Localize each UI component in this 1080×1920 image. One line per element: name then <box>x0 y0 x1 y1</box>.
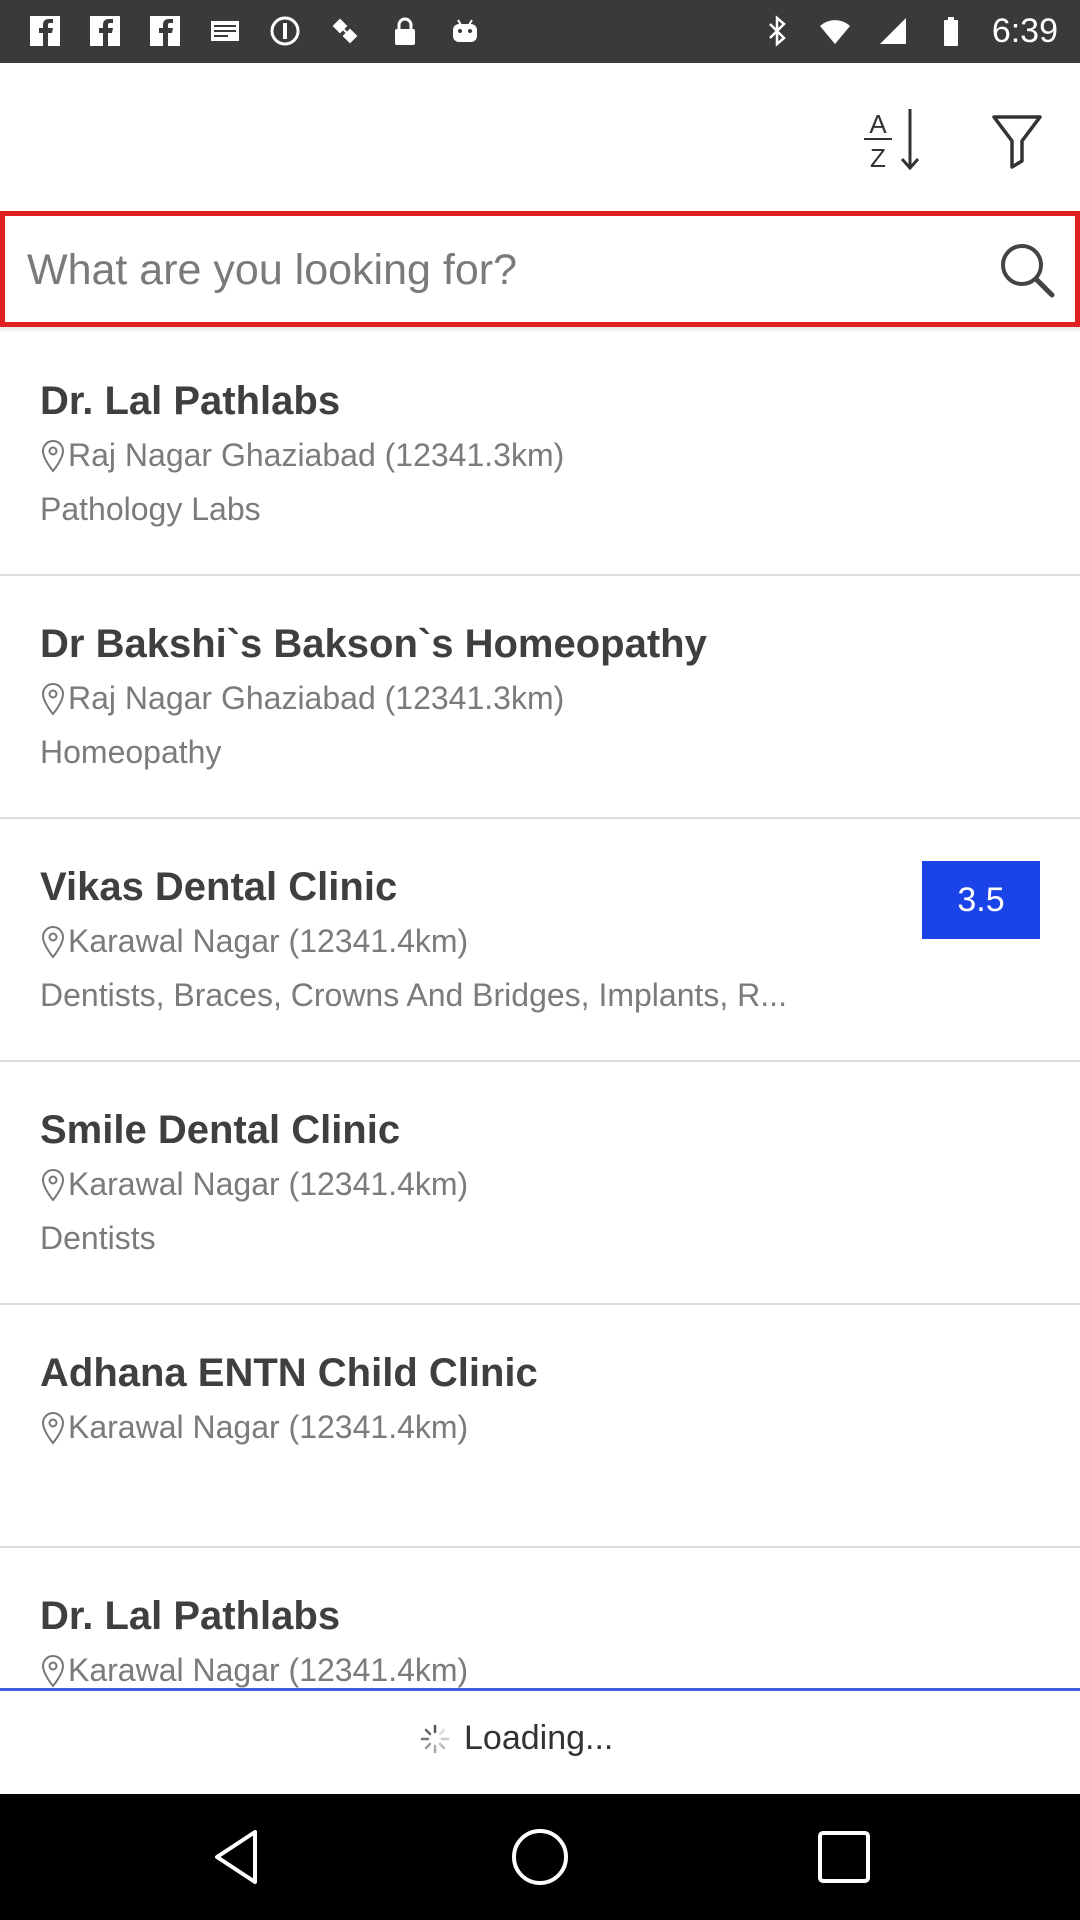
listing-name: Vikas Dental Clinic <box>40 865 398 909</box>
loading-text: Loading... <box>464 1719 614 1757</box>
spinner-icon <box>420 1724 450 1753</box>
location-pin-icon <box>41 1168 65 1202</box>
status-bar: 6:39 <box>0 0 1080 63</box>
list-item[interactable]: Adhana ENTN Child Clinic Karawal Nagar (… <box>0 1305 1080 1548</box>
location-text: Raj Nagar Ghaziabad (12341.3km) <box>68 437 565 473</box>
satellite-icon <box>332 18 358 44</box>
listing-location: Karawal Nagar (12341.4km) <box>40 1409 468 1446</box>
list-item[interactable]: Dr Bakshi`s Bakson`s Homeopathy Raj Naga… <box>0 576 1080 819</box>
listing-location: Karawal Nagar (12341.4km) <box>40 1166 468 1203</box>
location-text: Karawal Nagar (12341.4km) <box>68 1166 469 1202</box>
list-item[interactable]: Vikas Dental Clinic Karawal Nagar (12341… <box>0 819 1080 1062</box>
system-status: 6:39 <box>760 10 1058 52</box>
listing-location: Raj Nagar Ghaziabad (12341.3km) <box>40 680 564 717</box>
location-pin-icon <box>41 925 65 959</box>
wifi-icon <box>819 20 850 44</box>
location-pin-icon <box>41 682 65 716</box>
listing-name: Dr. Lal Pathlabs <box>40 1594 341 1638</box>
lock-icon <box>395 17 415 45</box>
fb-icon <box>30 16 60 46</box>
list-item[interactable]: Dr. Lal Pathlabs Karawal Nagar (12341.4k… <box>0 1548 1080 1688</box>
mail-icon <box>211 21 239 41</box>
svg-text:A: A <box>869 109 887 139</box>
clock: 6:39 <box>991 12 1058 50</box>
location-text: Karawal Nagar (12341.4km) <box>68 1409 469 1445</box>
recent-apps-icon[interactable] <box>811 1824 877 1890</box>
location-text: Karawal Nagar (12341.4km) <box>68 923 469 959</box>
listing-location: Karawal Nagar (12341.4km) <box>40 923 468 960</box>
fb-icon <box>150 16 180 46</box>
location-text: Raj Nagar Ghaziabad (12341.3km) <box>68 680 565 716</box>
android-icon <box>453 19 477 42</box>
filter-icon[interactable] <box>982 103 1052 173</box>
list-item[interactable]: Dr. Lal Pathlabs Raj Nagar Ghaziabad (12… <box>0 333 1080 576</box>
listing-category: Pathology Labs <box>40 491 261 527</box>
list-item[interactable]: Smile Dental Clinic Karawal Nagar (12341… <box>0 1062 1080 1305</box>
search-input[interactable] <box>25 230 969 310</box>
blocked-icon <box>270 16 300 46</box>
search-icon[interactable] <box>997 240 1057 300</box>
location-pin-icon <box>41 1654 65 1688</box>
loading-indicator: Loading... <box>420 1719 613 1758</box>
listing-category: Dentists, Braces, Crowns And Bridges, Im… <box>40 977 787 1013</box>
back-icon[interactable] <box>203 1824 269 1890</box>
listing-location: Raj Nagar Ghaziabad (12341.3km) <box>40 437 564 474</box>
fb-icon <box>90 16 120 46</box>
signal-icon <box>879 18 906 44</box>
location-pin-icon <box>41 439 65 473</box>
search-bar <box>0 211 1080 327</box>
location-text: Karawal Nagar (12341.4km) <box>68 1652 469 1688</box>
bluetooth-icon <box>768 15 786 47</box>
listing-category: Dentists <box>40 1220 156 1256</box>
sort-az-icon[interactable]: A Z <box>858 103 928 173</box>
listing-name: Dr Bakshi`s Bakson`s Homeopathy <box>40 622 707 666</box>
listing-name: Adhana ENTN Child Clinic <box>40 1351 538 1395</box>
listing-list[interactable]: Dr. Lal Pathlabs Raj Nagar Ghaziabad (12… <box>0 333 1080 1688</box>
notification-icons <box>28 14 482 48</box>
loading-footer: Loading... <box>0 1688 1080 1794</box>
home-icon[interactable] <box>507 1824 573 1890</box>
listing-location: Karawal Nagar (12341.4km) <box>40 1652 468 1688</box>
listing-category: Homeopathy <box>40 734 222 770</box>
listing-name: Smile Dental Clinic <box>40 1108 401 1152</box>
toolbar: A Z <box>0 63 1080 211</box>
listing-name: Dr. Lal Pathlabs <box>40 379 341 423</box>
battery-icon <box>943 17 958 46</box>
svg-text:Z: Z <box>870 143 886 173</box>
rating-badge: 3.5 <box>922 861 1040 939</box>
location-pin-icon <box>41 1411 65 1445</box>
navigation-bar <box>0 1794 1080 1920</box>
